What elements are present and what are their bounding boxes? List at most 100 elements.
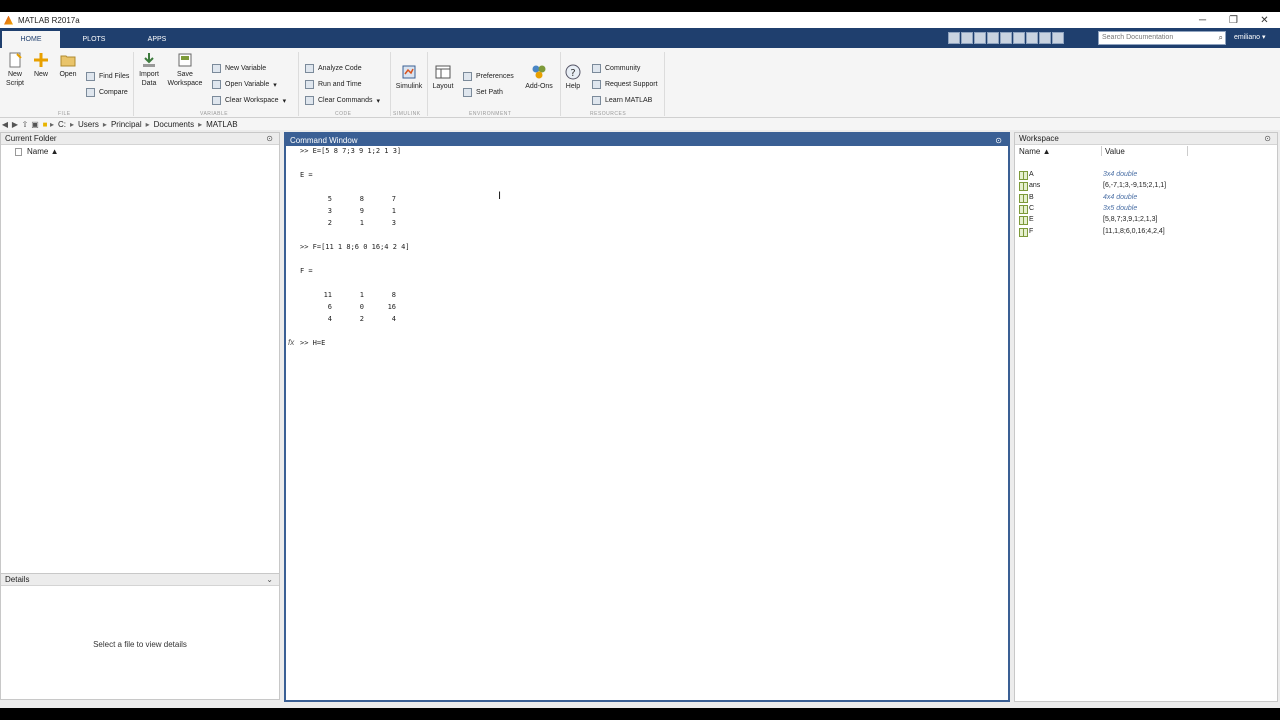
set-path-label: Set Path [476,89,503,96]
chevron-down-icon[interactable]: ⌄ [266,575,273,584]
new-script-label: New Script [6,71,24,87]
up-folder-icon[interactable]: ⇧ [20,120,30,129]
workspace-row[interactable]: ans [6,-7,1;3,-9,15;2,1,1] [1019,181,1275,192]
new-variable-button[interactable]: New Variable [212,63,266,74]
workspace-title: Workspace [1019,134,1059,143]
workspace-value-column[interactable]: Value [1105,147,1125,156]
folder-column-header[interactable]: Name ▲ [15,147,58,156]
forward-icon[interactable]: ▶ [10,120,20,129]
save-workspace-button[interactable]: Save Workspace [167,52,203,88]
minimize-icon[interactable]: ─ [1187,12,1218,28]
analyze-code-label: Analyze Code [318,65,362,72]
dropdown-arrow-icon[interactable]: ▾ [273,81,277,89]
layout-button[interactable]: Layout [431,64,455,91]
breadcrumb-drive[interactable]: C: [58,120,66,129]
paste-icon[interactable] [987,32,999,44]
analyze-code-button[interactable]: Analyze Code [305,63,362,74]
undo-icon[interactable] [1000,32,1012,44]
new-script-button[interactable]: New Script [4,52,26,88]
pane-actions-icon[interactable]: ⊙ [266,134,273,143]
current-folder-header: Current Folder ⊙ [1,133,279,145]
new-variable-label: New Variable [225,65,267,72]
workspace-row[interactable]: B 4x4 double [1019,193,1275,204]
search-icon[interactable]: ⌕ [1219,33,1223,43]
simulink-button[interactable]: Simulink [394,64,424,91]
minimize-ribbon-icon[interactable] [1052,32,1064,44]
help-button[interactable]: ? Help [563,64,583,91]
copy-icon[interactable] [974,32,986,44]
matrix-cell: 1 [391,207,396,215]
workspace-row[interactable]: C 3x5 double [1019,204,1275,215]
clear-workspace-icon [212,96,221,105]
find-files-button[interactable]: Find Files [86,71,129,82]
variable-value: 3x4 double [1103,171,1138,178]
clear-commands-label: Clear Commands [318,97,373,104]
resources-group-label: RESOURCES [590,111,627,117]
function-browser-icon[interactable]: fx [288,338,294,347]
tab-plots[interactable]: PLOTS [65,31,123,48]
learn-matlab-button[interactable]: Learn MATLAB [592,95,652,106]
workspace-name-column[interactable]: Name ▲ [1019,147,1050,156]
matrix-cell: 3 [391,219,396,227]
workspace-row[interactable]: A 3x4 double [1019,170,1275,181]
pane-actions-icon[interactable]: ⊙ [1264,134,1271,143]
breadcrumb-users[interactable]: Users [78,120,99,129]
learn-matlab-icon [592,96,601,105]
search-documentation-input[interactable]: Search Documentation ⌕ [1098,31,1226,45]
set-path-button[interactable]: Set Path [463,87,503,98]
tab-apps[interactable]: APPS [128,31,186,48]
variable-name: C [1029,205,1035,212]
open-variable-button[interactable]: Open Variable ▾ [212,79,277,90]
browse-folder-icon[interactable]: ▣ [30,120,40,129]
matlab-window: MATLAB R2017a ─ ❐ ✕ HOME PLOTS APPS Sear… [0,12,1280,708]
clear-commands-button[interactable]: Clear Commands ▾ [305,95,380,106]
preferences-button[interactable]: Preferences [463,71,514,82]
run-and-time-button[interactable]: Run and Time [305,79,362,90]
add-ons-button[interactable]: Add-Ons [522,64,556,91]
clear-workspace-button[interactable]: Clear Workspace ▾ [212,95,286,106]
save-icon[interactable] [948,32,960,44]
request-support-button[interactable]: Request Support [592,79,658,90]
pane-actions-icon[interactable]: ⊙ [995,136,1002,145]
workspace-pane: Workspace ⊙ Name ▲ Value A 3x4 double an… [1014,132,1278,702]
open-variable-icon [212,80,221,89]
breadcrumb-matlab[interactable]: MATLAB [206,120,237,129]
workspace-row[interactable]: F [11,1,8;6,0,16;4,2,4] [1019,227,1275,238]
compare-button[interactable]: Compare [86,87,128,98]
workspace-row[interactable]: E [5,8,7;3,9,1;2,1,3] [1019,215,1275,226]
separator-icon: ▸ [50,119,55,129]
new-button[interactable]: New [32,52,50,79]
folder-icon: ■ [42,119,48,129]
breadcrumb-documents[interactable]: Documents [154,120,194,129]
restore-icon[interactable]: ❐ [1218,12,1249,28]
variable-value: 4x4 double [1103,194,1138,201]
variable-value: [6,-7,1;3,-9,15;2,1,1] [1103,182,1167,189]
dropdown-arrow-icon[interactable]: ▾ [283,97,287,105]
open-button[interactable]: Open [58,52,78,79]
help-icon[interactable] [1039,32,1051,44]
variable-icon [1019,216,1028,225]
command-prompt-input[interactable]: >> H=E [300,339,325,347]
variable-name: E [1029,216,1034,223]
user-menu[interactable]: emiliano ▾ [1234,33,1266,41]
column-divider[interactable] [1187,146,1188,156]
dropdown-arrow-icon[interactable]: ▾ [376,97,380,105]
back-icon[interactable]: ◀ [0,120,10,129]
new-plus-icon [34,53,48,67]
breadcrumb-principal[interactable]: Principal [111,120,142,129]
column-divider[interactable] [1101,146,1102,156]
cut-icon[interactable] [961,32,973,44]
run-and-time-icon [305,80,314,89]
address-bar: ◀ ▶ ⇧ ▣ ■ ▸ C: ▸ Users ▸ Principal ▸ Doc… [0,118,1280,130]
command-window[interactable]: Command Window ⊙ >> E=[5 8 7;3 9 1;2 1 3… [284,132,1010,702]
close-icon[interactable]: ✕ [1249,12,1280,28]
community-button[interactable]: Community [592,63,640,74]
switch-windows-icon[interactable] [1026,32,1038,44]
variable-value: [5,8,7;3,9,1;2,1,3] [1103,216,1158,223]
redo-icon[interactable] [1013,32,1025,44]
import-data-button[interactable]: Import Data [138,52,160,88]
tab-home[interactable]: HOME [2,31,60,48]
save-workspace-icon [178,53,192,67]
matrix-cell: 2 [327,219,332,227]
command-line: >> E=[5 8 7;3 9 1;2 1 3] [300,147,402,155]
